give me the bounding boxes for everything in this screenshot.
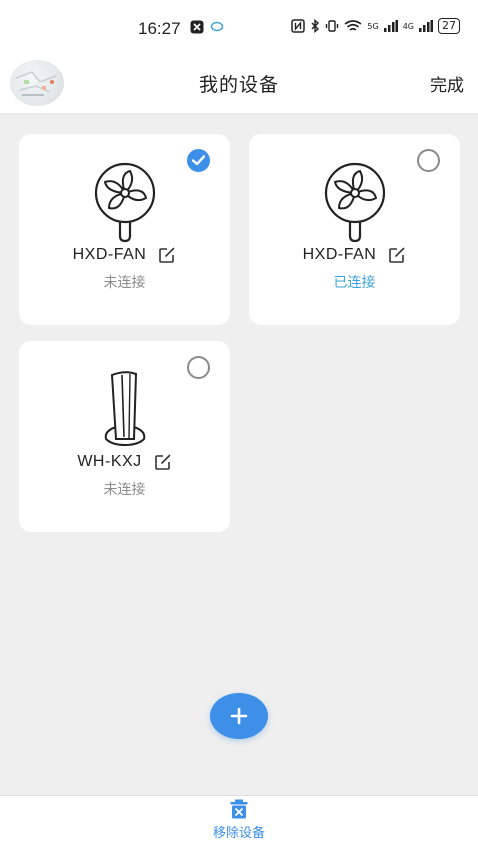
app-header: 我的设备 完成 bbox=[0, 58, 478, 114]
status-indicators: 5G 4G 27 bbox=[291, 18, 460, 34]
done-button[interactable]: 完成 bbox=[430, 71, 464, 96]
edit-icon[interactable] bbox=[388, 246, 406, 264]
device-name: HXD-FAN bbox=[72, 246, 147, 263]
plus-icon bbox=[230, 707, 248, 725]
signal-icon-2 bbox=[419, 20, 433, 32]
edit-icon[interactable] bbox=[154, 453, 172, 471]
status-app-icons bbox=[190, 20, 224, 34]
device-status: 未连接 bbox=[103, 482, 146, 498]
device-name-row: HXD-FAN bbox=[249, 246, 460, 264]
wifi-icon bbox=[344, 20, 362, 31]
bottom-action-bar: 移除设备 bbox=[0, 795, 478, 850]
device-illustration bbox=[19, 369, 230, 447]
device-name-row: HXD-FAN bbox=[19, 246, 230, 264]
signal-icon bbox=[383, 20, 398, 32]
tower-fan-icon bbox=[104, 371, 145, 447]
fan-icon bbox=[324, 162, 385, 243]
device-status: 未连接 bbox=[103, 275, 146, 291]
device-name: WH-KXJ bbox=[77, 453, 142, 470]
device-card[interactable]: HXD-FAN 未连接 bbox=[19, 134, 230, 325]
battery-indicator: 27 bbox=[438, 18, 460, 34]
status-bar: 16:27 5G 4G 27 bbox=[0, 0, 478, 58]
trash-icon bbox=[230, 799, 248, 819]
chat-notification-icon bbox=[210, 21, 224, 32]
fan-icon bbox=[94, 162, 155, 243]
device-illustration bbox=[249, 162, 460, 244]
device-name-row: WH-KXJ bbox=[19, 453, 230, 471]
vibrate-icon bbox=[326, 20, 339, 32]
bluetooth-icon bbox=[311, 19, 320, 33]
device-name: HXD-FAN bbox=[302, 246, 377, 263]
device-card[interactable]: HXD-FAN 已连接 bbox=[249, 134, 460, 325]
remove-device-label: 移除设备 bbox=[212, 826, 265, 841]
signal-4g-label: 4G bbox=[402, 21, 414, 31]
remove-device-button[interactable]: 移除设备 bbox=[189, 799, 289, 847]
edit-icon[interactable] bbox=[158, 246, 176, 264]
device-status: 已连接 bbox=[333, 275, 376, 291]
status-time: 16:27 bbox=[138, 19, 181, 38]
page-title: 我的设备 bbox=[198, 74, 279, 96]
add-device-button[interactable] bbox=[210, 693, 268, 739]
nfc-icon bbox=[291, 19, 306, 33]
app-notification-icon bbox=[190, 20, 204, 34]
device-illustration bbox=[19, 162, 230, 244]
signal-5g-label: 5G bbox=[367, 21, 379, 31]
device-card[interactable]: WH-KXJ 未连接 bbox=[19, 341, 230, 532]
